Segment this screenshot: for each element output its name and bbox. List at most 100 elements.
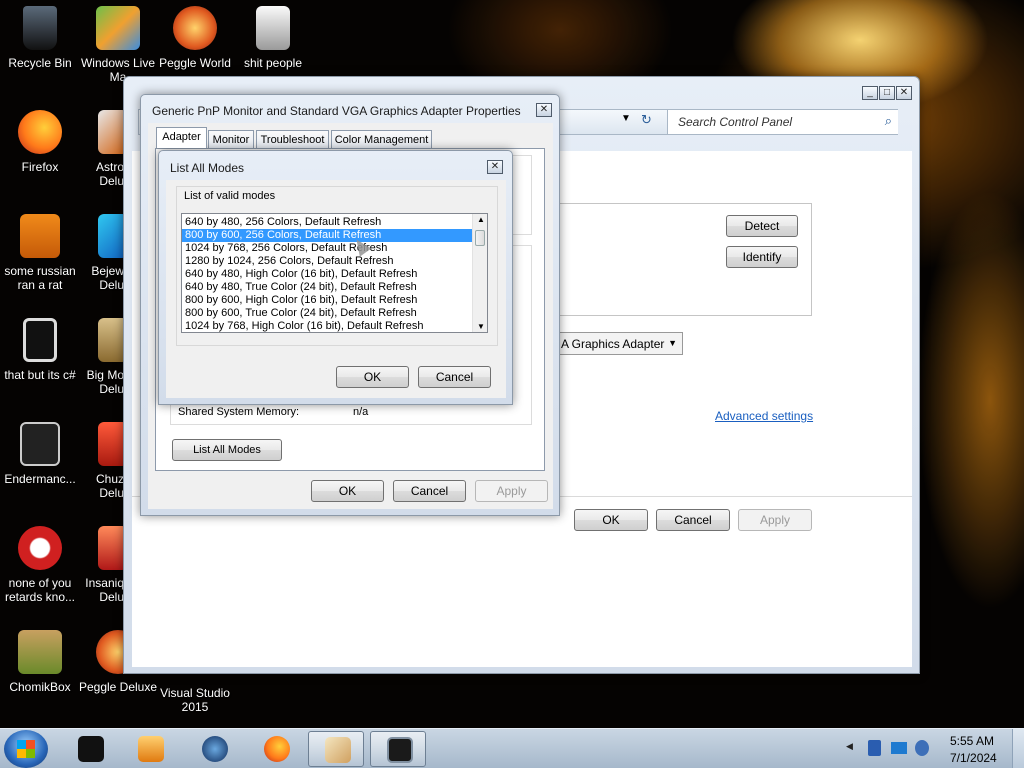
tray-icon-3[interactable] — [915, 740, 929, 756]
props-ok-button[interactable]: OK — [311, 480, 384, 502]
chevron-down-icon[interactable]: ▼ — [621, 113, 631, 124]
modes-cancel-button[interactable]: Cancel — [418, 366, 491, 388]
adapter-dropdown[interactable]: A Graphics Adapter ▼ — [552, 332, 683, 355]
desktop-icon-label: Astro Delu — [95, 160, 124, 188]
game-icon — [98, 526, 124, 570]
clock-date[interactable]: 7/1/2024 — [950, 751, 997, 765]
refresh-icon[interactable]: ↻ — [641, 112, 652, 128]
scrollbar[interactable]: ▲ ▼ — [472, 214, 487, 332]
shared-memory-value: n/a — [353, 406, 369, 418]
advanced-settings-link[interactable]: Advanced settings — [715, 409, 813, 423]
search-input[interactable]: Search Control Panel — [678, 115, 792, 129]
peggle-icon — [173, 6, 217, 50]
mode-list-item[interactable]: 1024 by 768, High Color (16 bit), Defaul… — [182, 320, 472, 332]
desktop-icon-label: some russian ran a rat — [4, 264, 76, 292]
tab-adapter[interactable]: Adapter — [156, 127, 207, 148]
detect-button[interactable]: Detect — [726, 215, 798, 237]
maximize-button[interactable]: □ — [879, 86, 895, 100]
mode-list-item[interactable]: 640 by 480, High Color (16 bit), Default… — [182, 268, 472, 281]
modes-dialog-body: List of valid modes 640 by 480, 256 Colo… — [166, 180, 506, 398]
props-apply-button[interactable]: Apply — [475, 480, 548, 502]
mode-list-item[interactable]: 800 by 600, True Color (24 bit), Default… — [182, 307, 472, 320]
search-field[interactable]: Search Control Panel ⌕ — [667, 110, 898, 134]
media-player-icon — [138, 736, 164, 762]
desktop-icon-astro[interactable]: Astro Delu — [78, 104, 124, 188]
file-icon — [20, 214, 60, 258]
start-button[interactable] — [4, 730, 48, 768]
desktop-icon-shit-people[interactable]: shit people — [233, 0, 313, 70]
modes-listbox[interactable]: 640 by 480, 256 Colors, Default Refresh 8… — [181, 213, 488, 333]
cp-apply-button[interactable]: Apply — [738, 509, 812, 531]
props-cancel-button[interactable]: Cancel — [393, 480, 466, 502]
mode-list-item[interactable]: 1024 by 768, 256 Colors, Default Refresh — [182, 242, 472, 255]
desktop-icon-label: that but its c# — [4, 368, 76, 382]
taskbar-item-firefox[interactable] — [248, 731, 304, 767]
desktop-icon-peggle-world[interactable]: Peggle World — [155, 0, 235, 70]
taskbar-item-display[interactable] — [370, 731, 426, 767]
cp-ok-button[interactable]: OK — [574, 509, 648, 531]
search-icon[interactable]: ⌕ — [885, 113, 892, 129]
desktop-icon-label: Bejew Delu — [91, 264, 124, 292]
scroll-thumb[interactable] — [475, 230, 485, 246]
list-all-modes-button[interactable]: List All Modes — [172, 439, 282, 461]
desktop-icon-label: none of you retards kno... — [4, 576, 76, 604]
firefox-icon — [18, 110, 62, 154]
desktop-icon-bejeweled[interactable]: Bejew Delu — [78, 208, 124, 292]
desktop-icon-big-money[interactable]: Big Mo Delu — [78, 312, 124, 396]
desktop-icon-endermanch[interactable]: Endermanc... — [0, 416, 80, 486]
tray-icon-2[interactable] — [891, 742, 907, 754]
tab-monitor[interactable]: Monitor — [208, 130, 254, 149]
game-icon — [98, 422, 124, 466]
tab-troubleshoot[interactable]: Troubleshoot — [256, 130, 329, 149]
desktop-icon-label: ChomikBox — [9, 680, 71, 694]
desktop-icon-label: Peggle Deluxe — [78, 680, 158, 694]
mode-list-item[interactable]: 800 by 600, High Color (16 bit), Default… — [182, 294, 472, 307]
close-button[interactable]: ✕ — [896, 86, 912, 100]
desktop-icon-chomikbox[interactable]: ChomikBox — [0, 624, 80, 694]
scroll-down-icon[interactable]: ▼ — [477, 322, 485, 331]
desktop-icon-russian-rat[interactable]: some russian ran a rat — [0, 208, 80, 292]
taskbar-item-media[interactable] — [122, 731, 178, 767]
minimize-button[interactable]: _ — [862, 86, 878, 100]
desktop-icon-chuzzle[interactable]: Chuz Delu — [78, 416, 124, 500]
mode-list-item[interactable]: 640 by 480, 256 Colors, Default Refresh — [182, 216, 472, 229]
desktop-icon-label: Visual Studio 2015 — [160, 686, 230, 714]
identify-button[interactable]: Identify — [726, 246, 798, 268]
shared-memory-label: Shared System Memory: — [178, 406, 300, 418]
scroll-up-icon[interactable]: ▲ — [477, 215, 485, 224]
mode-list-item[interactable]: 1280 by 1024, 256 Colors, Default Refres… — [182, 255, 472, 268]
tray-icon-1[interactable] — [868, 740, 881, 756]
desktop-icon-csharp[interactable]: that but its c# — [0, 312, 80, 382]
adapter-dropdown-value: A Graphics Adapter — [561, 337, 665, 351]
taskbar-item-app1[interactable] — [62, 731, 118, 767]
desktop-icon-insaniquarium[interactable]: Insaniq Delu — [78, 520, 124, 604]
cp-cancel-button[interactable]: Cancel — [656, 509, 730, 531]
properties-title: Generic PnP Monitor and Standard VGA Gra… — [152, 104, 521, 118]
desktop-icon-label: Endermanc... — [4, 472, 76, 486]
mode-list-item[interactable]: 800 by 600, 256 Colors, Default Refresh — [182, 229, 472, 242]
firefox-icon — [264, 736, 290, 762]
modes-ok-button[interactable]: OK — [336, 366, 409, 388]
desktop-icon-label: Peggle World — [159, 56, 231, 70]
folder-icon — [256, 6, 290, 50]
show-hidden-icons-icon[interactable]: ◀ — [846, 741, 853, 752]
monitor-icon — [387, 737, 413, 763]
desktop-icon-label: Chuz Delu — [95, 472, 124, 500]
desktop-icon-none-of-you[interactable]: none of you retards kno... — [0, 520, 80, 604]
desktop-icon-firefox[interactable]: Firefox — [0, 104, 80, 174]
app-icon — [20, 422, 60, 466]
desktop-icon-windows-live[interactable]: Windows Live Ma — [78, 0, 158, 84]
clock-time[interactable]: 5:55 AM — [950, 734, 994, 748]
chomikbox-icon — [18, 630, 62, 674]
taskbar-item-globe[interactable] — [186, 731, 242, 767]
close-button[interactable]: ✕ — [487, 160, 503, 174]
desktop-icon-recycle-bin[interactable]: Recycle Bin — [0, 0, 80, 70]
taskbar-item-paint[interactable] — [308, 731, 364, 767]
desktop-icon-label: Big Mo Delu — [86, 368, 124, 396]
show-desktop-button[interactable] — [1012, 729, 1024, 768]
tab-color-management[interactable]: Color Management — [331, 130, 432, 149]
close-button[interactable]: ✕ — [536, 103, 552, 117]
recycle-bin-icon — [23, 6, 57, 50]
mode-list-item[interactable]: 640 by 480, True Color (24 bit), Default… — [182, 281, 472, 294]
windows-live-icon — [96, 6, 140, 50]
